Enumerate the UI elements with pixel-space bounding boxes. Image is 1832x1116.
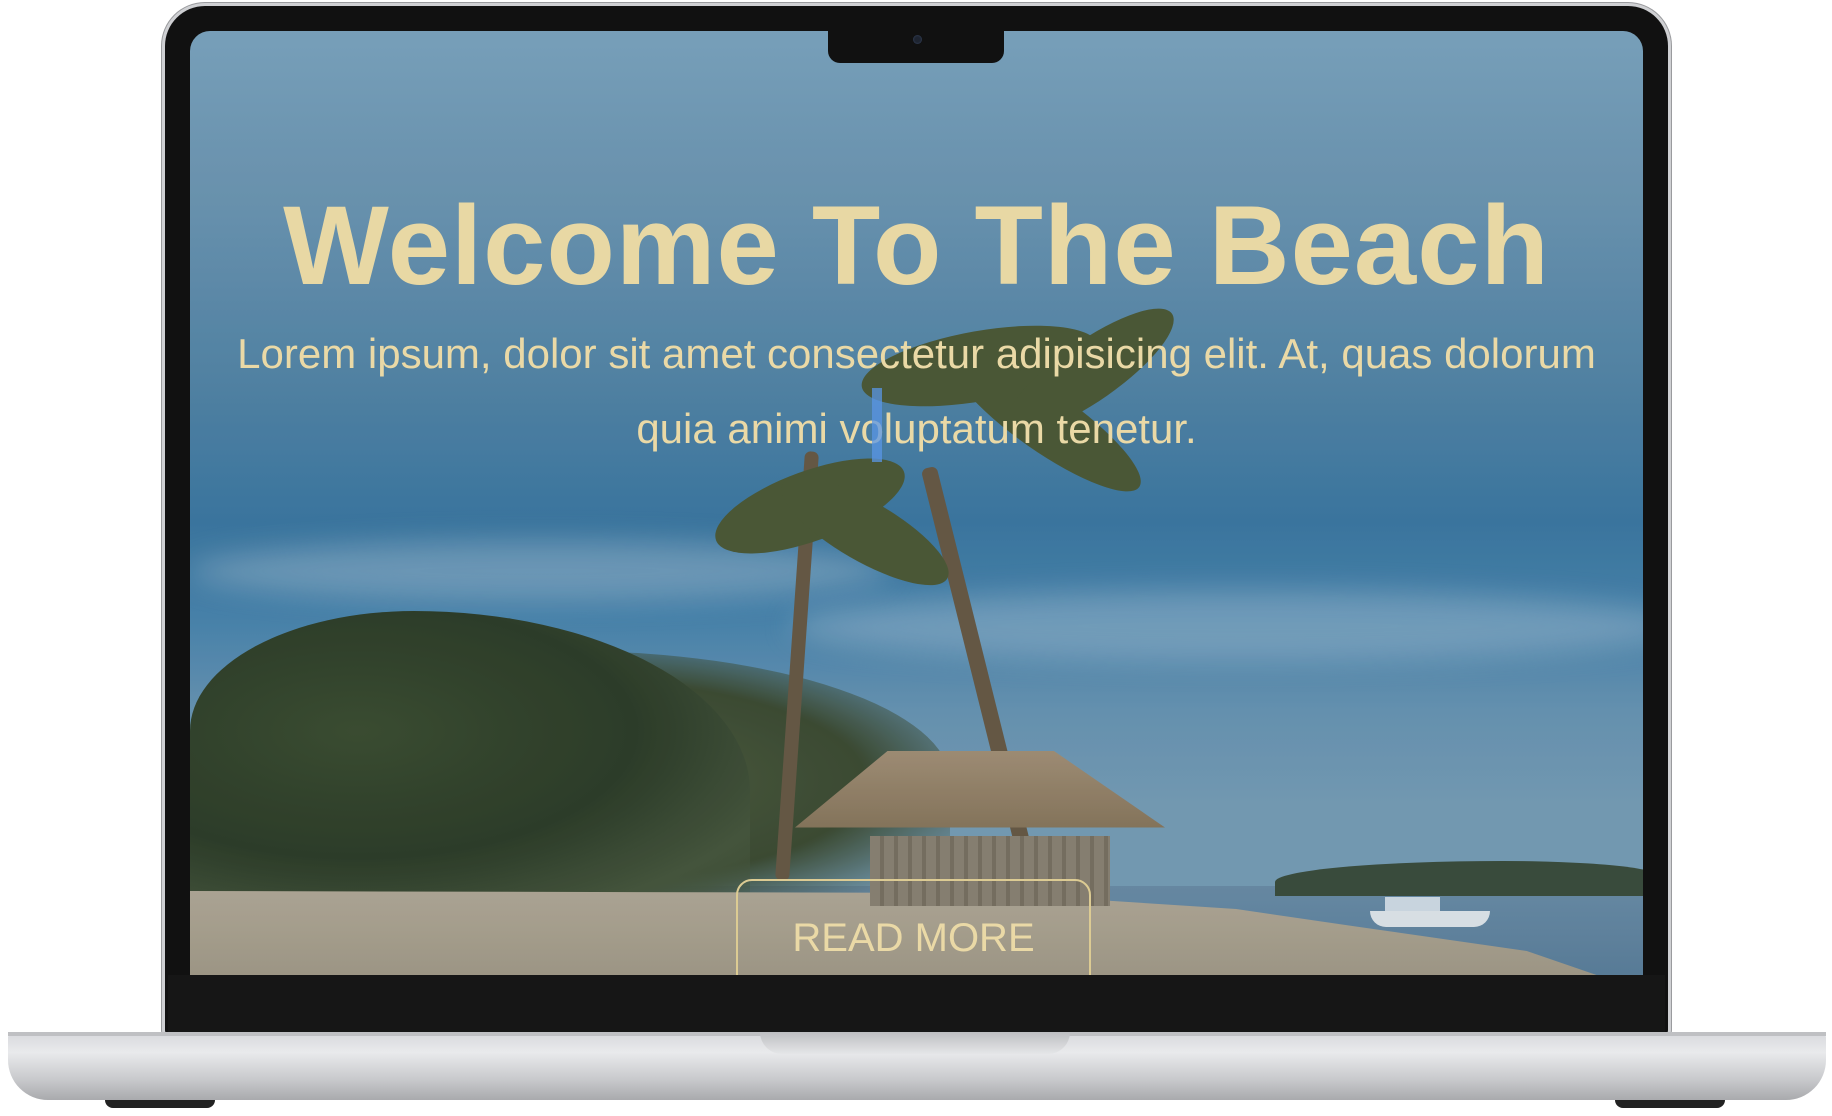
- laptop-foot: [105, 1100, 215, 1108]
- laptop-foot: [1615, 1100, 1725, 1108]
- hero-text: Lorem ipsum, dolor sit amet consectetur …: [237, 330, 1596, 452]
- hero-title: Welcome To The Beach: [283, 183, 1550, 308]
- camera-icon: [913, 35, 922, 44]
- hero-overlay: [190, 31, 1643, 975]
- read-more-button[interactable]: READ MORE: [736, 879, 1091, 975]
- lid-opening-notch: [760, 1032, 1070, 1054]
- browser-viewport: Welcome To The Beach Lorem ipsum, dolor …: [190, 31, 1643, 975]
- bottom-bezel: [168, 975, 1665, 1035]
- text-selection-caret: [872, 388, 882, 462]
